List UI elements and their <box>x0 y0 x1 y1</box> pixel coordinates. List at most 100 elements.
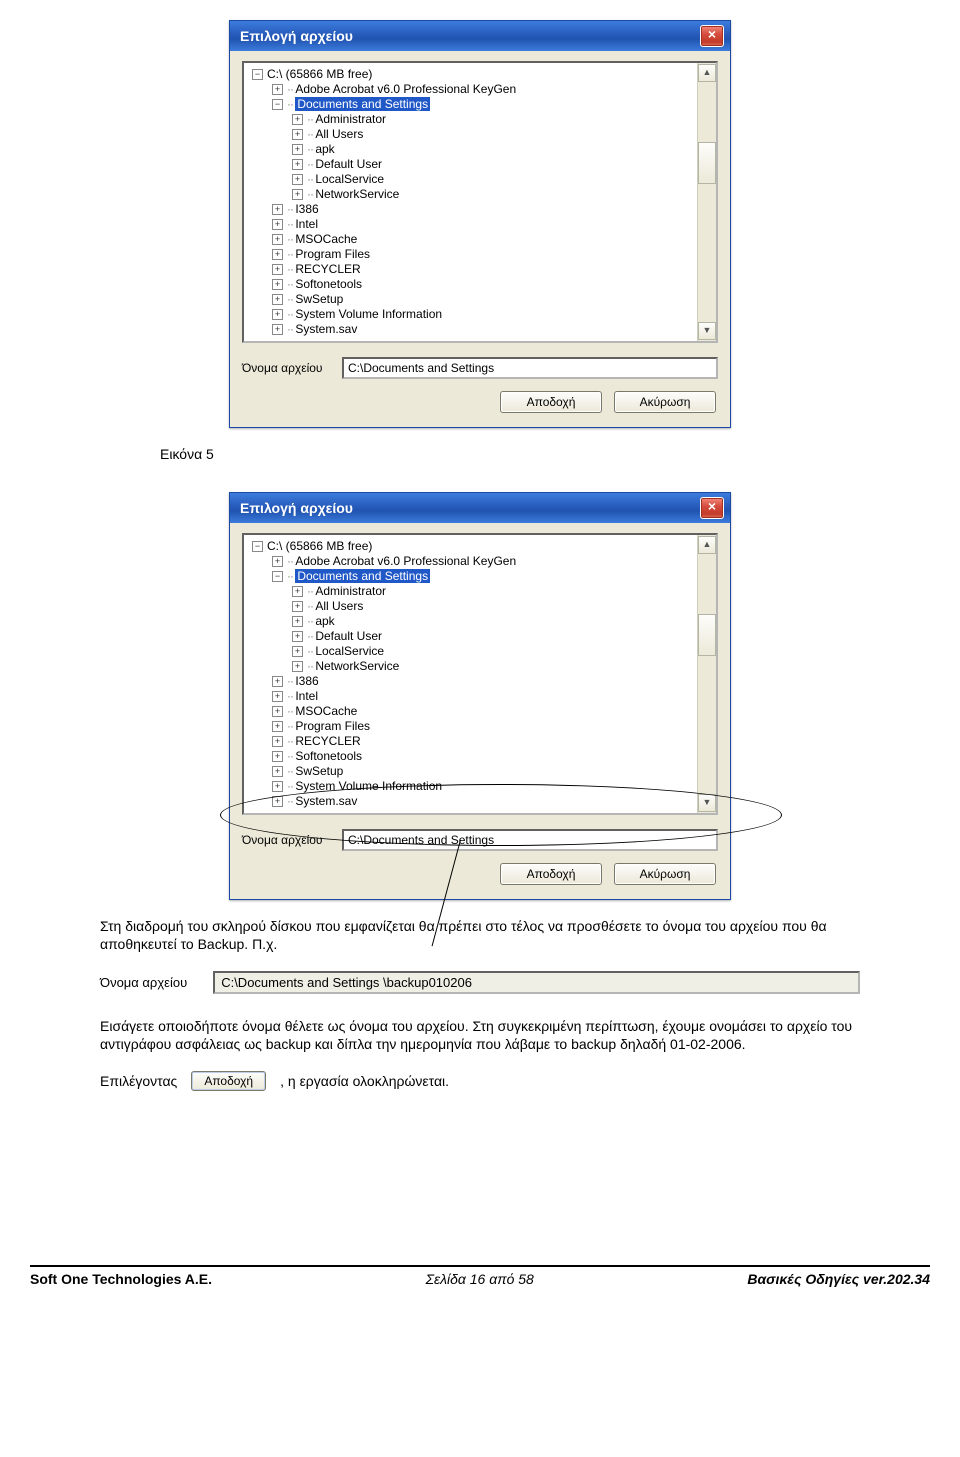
scroll-thumb[interactable] <box>698 614 716 656</box>
folder-tree[interactable]: −C:\ (65866 MB free) +·· Adobe Acrobat v… <box>242 533 718 815</box>
expand-icon[interactable]: − <box>252 69 263 80</box>
scroll-thumb[interactable] <box>698 142 716 184</box>
expand-icon[interactable]: + <box>272 781 283 792</box>
tree-item[interactable]: Softonetools <box>295 277 362 291</box>
scrollbar[interactable]: ▲ ▼ <box>697 535 716 813</box>
close-icon[interactable]: × <box>700 497 724 519</box>
tree-item[interactable]: System Volume Information <box>295 307 442 321</box>
tree-item[interactable]: MSOCache <box>295 704 357 718</box>
tree-item[interactable]: I386 <box>295 674 318 688</box>
expand-icon[interactable]: + <box>272 721 283 732</box>
expand-icon[interactable]: + <box>292 129 303 140</box>
accept-button-inline: Αποδοχή <box>191 1071 266 1091</box>
tree-item-selected[interactable]: Documents and Settings <box>295 97 430 111</box>
cancel-button[interactable]: Ακύρωση <box>614 863 716 885</box>
scroll-up-icon[interactable]: ▲ <box>698 64 716 82</box>
page-footer: Soft One Technologies A.E. Σελίδα 16 από… <box>30 1265 930 1287</box>
expand-icon[interactable]: + <box>272 264 283 275</box>
expand-icon[interactable]: + <box>272 751 283 762</box>
tree-item[interactable]: LocalService <box>315 644 384 658</box>
expand-icon[interactable]: + <box>292 631 303 642</box>
tree-item[interactable]: Default User <box>315 629 382 643</box>
filename-input[interactable]: C:\Documents and Settings <box>342 357 718 379</box>
expand-icon[interactable]: + <box>272 706 283 717</box>
close-icon[interactable]: × <box>700 25 724 47</box>
expand-icon[interactable]: + <box>272 249 283 260</box>
tree-item[interactable]: SwSetup <box>295 292 343 306</box>
file-dialog-1: Επιλογή αρχείου × −C:\ (65866 MB free) +… <box>229 20 731 428</box>
scroll-up-icon[interactable]: ▲ <box>698 536 716 554</box>
tree-item[interactable]: All Users <box>315 127 363 141</box>
text-pre: Επιλέγοντας <box>100 1073 177 1089</box>
expand-icon[interactable]: + <box>292 661 303 672</box>
tree-root[interactable]: C:\ (65866 MB free) <box>267 539 372 553</box>
expand-icon[interactable]: + <box>272 736 283 747</box>
tree-root[interactable]: C:\ (65866 MB free) <box>267 67 372 81</box>
tree-item[interactable]: NetworkService <box>315 187 399 201</box>
expand-icon[interactable]: + <box>292 601 303 612</box>
tree-item[interactable]: Intel <box>295 689 318 703</box>
expand-icon[interactable]: + <box>272 279 283 290</box>
tree-item[interactable]: Intel <box>295 217 318 231</box>
expand-icon[interactable]: − <box>272 571 283 582</box>
footer-left: Soft One Technologies A.E. <box>30 1271 212 1287</box>
tree-item[interactable]: LocalService <box>315 172 384 186</box>
expand-icon[interactable]: + <box>272 324 283 335</box>
expand-icon[interactable]: + <box>292 174 303 185</box>
expand-icon[interactable]: + <box>292 646 303 657</box>
tree-item[interactable]: apk <box>315 614 334 628</box>
accept-button[interactable]: Αποδοχή <box>500 391 602 413</box>
expand-icon[interactable]: − <box>252 541 263 552</box>
scroll-down-icon[interactable]: ▼ <box>698 794 716 812</box>
tree-item[interactable]: RECYCLER <box>295 734 360 748</box>
expand-icon[interactable]: + <box>272 676 283 687</box>
folder-tree[interactable]: −C:\ (65866 MB free) +·· Adobe Acrobat v… <box>242 61 718 343</box>
accept-button[interactable]: Αποδοχή <box>500 863 602 885</box>
expand-icon[interactable]: − <box>272 99 283 110</box>
filename-example-value: C:\Documents and Settings \backup010206 <box>213 971 860 994</box>
tree-item[interactable]: Adobe Acrobat v6.0 Professional KeyGen <box>295 554 516 568</box>
expand-icon[interactable]: + <box>272 204 283 215</box>
expand-icon[interactable]: + <box>292 189 303 200</box>
filename-example: Όνομα αρχείου C:\Documents and Settings … <box>100 971 860 994</box>
cancel-button[interactable]: Ακύρωση <box>614 391 716 413</box>
tree-item[interactable]: RECYCLER <box>295 262 360 276</box>
expand-icon[interactable]: + <box>292 159 303 170</box>
tree-item[interactable]: Administrator <box>315 112 386 126</box>
expand-icon[interactable]: + <box>272 556 283 567</box>
tree-item[interactable]: SwSetup <box>295 764 343 778</box>
figure-caption: Εικόνα 5 <box>160 446 860 462</box>
tree-item[interactable]: Default User <box>315 157 382 171</box>
expand-icon[interactable]: + <box>272 219 283 230</box>
tree-item[interactable]: Program Files <box>295 719 370 733</box>
expand-icon[interactable]: + <box>272 796 283 807</box>
tree-item[interactable]: Adobe Acrobat v6.0 Professional KeyGen <box>295 82 516 96</box>
expand-icon[interactable]: + <box>272 234 283 245</box>
expand-icon[interactable]: + <box>272 294 283 305</box>
expand-icon[interactable]: + <box>292 144 303 155</box>
expand-icon[interactable]: + <box>292 616 303 627</box>
tree-item[interactable]: NetworkService <box>315 659 399 673</box>
scroll-down-icon[interactable]: ▼ <box>698 322 716 340</box>
expand-icon[interactable]: + <box>272 84 283 95</box>
tree-item-selected[interactable]: Documents and Settings <box>295 569 430 583</box>
tree-item[interactable]: MSOCache <box>295 232 357 246</box>
filename-input[interactable]: C:\Documents and Settings <box>342 829 718 851</box>
tree-item[interactable]: System.sav <box>295 322 357 336</box>
tree-item[interactable]: System.sav <box>295 794 357 808</box>
tree-item[interactable]: Softonetools <box>295 749 362 763</box>
expand-icon[interactable]: + <box>292 114 303 125</box>
expand-icon[interactable]: + <box>272 309 283 320</box>
tree-item[interactable]: All Users <box>315 599 363 613</box>
scrollbar[interactable]: ▲ ▼ <box>697 63 716 341</box>
tree-item[interactable]: Program Files <box>295 247 370 261</box>
filename-label: Όνομα αρχείου <box>242 833 342 847</box>
expand-icon[interactable]: + <box>272 766 283 777</box>
tree-item[interactable]: apk <box>315 142 334 156</box>
expand-icon[interactable]: + <box>292 586 303 597</box>
expand-icon[interactable]: + <box>272 691 283 702</box>
file-dialog-2: Επιλογή αρχείου × −C:\ (65866 MB free) +… <box>229 492 731 900</box>
tree-item[interactable]: System Volume Information <box>295 779 442 793</box>
tree-item[interactable]: I386 <box>295 202 318 216</box>
tree-item[interactable]: Administrator <box>315 584 386 598</box>
